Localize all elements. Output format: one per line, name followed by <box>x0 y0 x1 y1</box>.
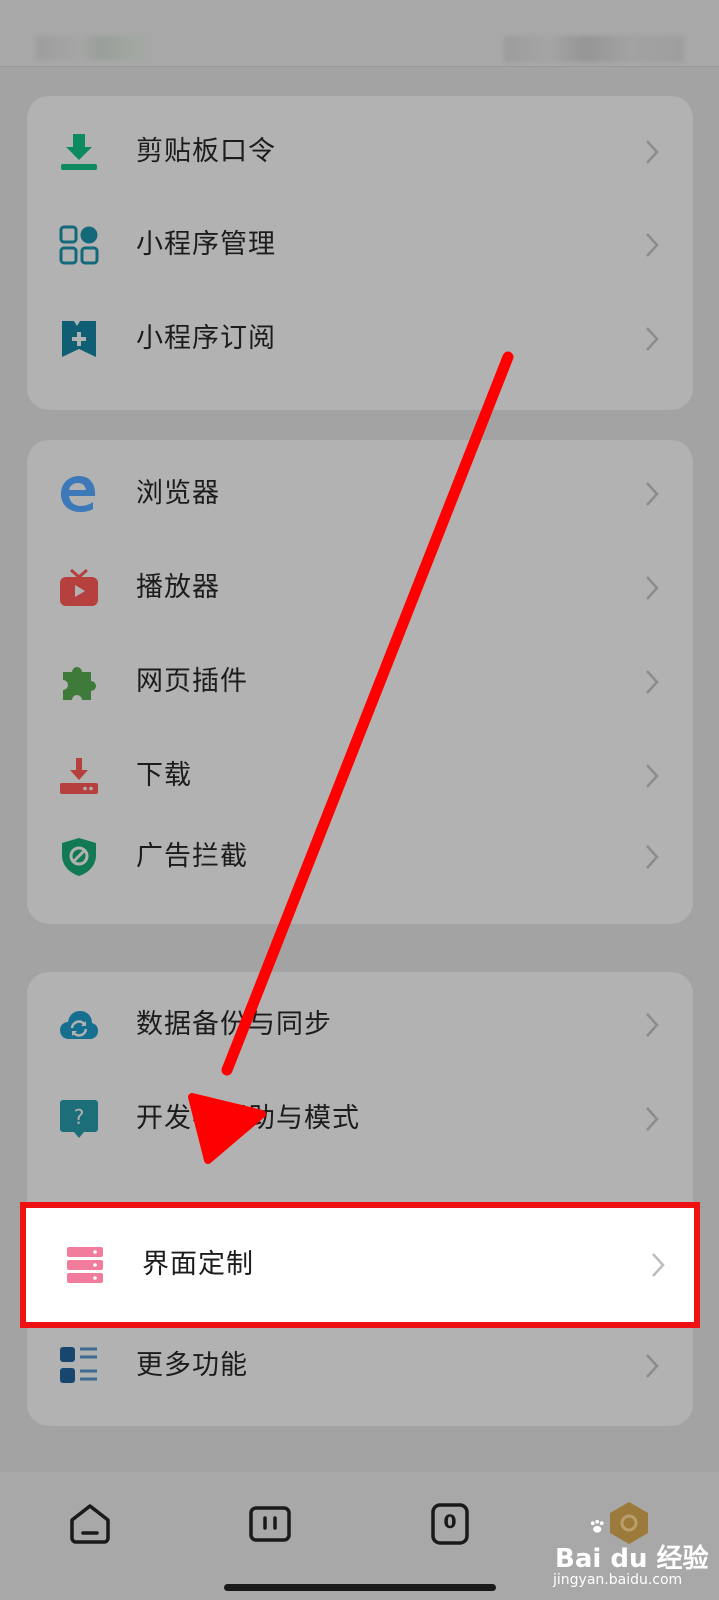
download-tray-icon <box>60 758 98 794</box>
home-indicator[interactable] <box>224 1584 496 1591</box>
menu-item-mini-program-subscribe[interactable]: 小程序订阅 <box>27 307 693 371</box>
menu-item-mini-program-manage[interactable]: 小程序管理 <box>27 213 693 277</box>
menu-item-label: 小程序订阅 <box>136 323 276 354</box>
chevron-right-icon <box>646 327 659 351</box>
menu-item-ad-block[interactable]: 广告拦截 <box>27 825 693 889</box>
tv-player-icon <box>60 568 98 606</box>
menu-item-browser[interactable]: 浏览器 <box>27 462 693 526</box>
chevron-right-icon <box>646 845 659 869</box>
menu-item-label: 界面定制 <box>142 1249 254 1280</box>
tabs-icon[interactable] <box>248 1502 292 1546</box>
interface-layers-icon <box>67 1247 103 1283</box>
cloud-sync-icon <box>60 1011 98 1039</box>
settings-group-2: 浏览器 播放器 网页插件 下载 广告拦截 <box>27 440 693 924</box>
chevron-right-icon <box>646 576 659 600</box>
chevron-right-icon <box>646 140 659 164</box>
menu-item-label: 广告拦截 <box>136 841 248 872</box>
settings-group-1: 剪贴板口令 小程序管理 小程序订阅 <box>27 96 693 410</box>
menu-item-label: 播放器 <box>136 572 220 603</box>
highlight-box: 界面定制 <box>20 1202 700 1328</box>
tab-count: 0 <box>443 1511 457 1533</box>
chevron-right-icon <box>646 670 659 694</box>
menu-item-interface-customize[interactable]: 界面定制 <box>33 1233 699 1297</box>
chevron-right-icon <box>652 1253 665 1277</box>
menu-item-label: 小程序管理 <box>136 229 276 260</box>
watermark-url: jingyan.baidu.com <box>553 1572 683 1588</box>
menu-item-more-features[interactable]: 更多功能 <box>27 1334 693 1398</box>
top-bar <box>0 0 719 67</box>
menu-item-label: 数据备份与同步 <box>136 1009 332 1040</box>
bookmark-plus-icon <box>62 321 96 357</box>
clipboard-download-icon <box>61 134 97 170</box>
chevron-right-icon <box>646 1107 659 1131</box>
chevron-right-icon <box>646 482 659 506</box>
menu-item-label: 更多功能 <box>136 1350 248 1381</box>
blurred-title-right <box>504 36 684 62</box>
menu-item-data-backup-sync[interactable]: 数据备份与同步 <box>27 993 693 1057</box>
menu-item-player[interactable]: 播放器 <box>27 556 693 620</box>
chevron-right-icon <box>646 1354 659 1378</box>
menu-item-clipboard-command[interactable]: 剪贴板口令 <box>27 120 693 184</box>
chevron-right-icon <box>646 1013 659 1037</box>
menu-item-label: 剪贴板口令 <box>136 136 276 167</box>
help-bubble-icon: ? <box>60 1100 98 1138</box>
puzzle-icon <box>63 666 96 700</box>
mini-program-grid-icon <box>59 225 99 265</box>
home-icon[interactable] <box>68 1502 112 1546</box>
browser-e-icon <box>61 476 96 512</box>
menu-item-label: 下载 <box>136 760 192 791</box>
menu-item-label: 网页插件 <box>136 666 248 697</box>
svg-text:?: ? <box>74 1105 85 1129</box>
menu-item-label: 浏览器 <box>136 478 220 509</box>
chevron-right-icon <box>646 764 659 788</box>
watermark-brand: Bai du 经验 <box>555 1544 709 1574</box>
blurred-title-left <box>36 36 144 60</box>
settings-group-3: 数据备份与同步 ? 开发者帮助与模式 更多功能 <box>27 972 693 1426</box>
chevron-right-icon <box>646 233 659 257</box>
menu-item-web-plugins[interactable]: 网页插件 <box>27 650 693 714</box>
more-list-icon <box>60 1347 97 1383</box>
tab-counter-button[interactable]: 0 <box>428 1502 472 1546</box>
menu-item-download[interactable]: 下载 <box>27 744 693 808</box>
menu-item-developer-help-mode[interactable]: ? 开发者帮助与模式 <box>27 1087 693 1151</box>
menu-item-label: 开发者帮助与模式 <box>136 1103 360 1134</box>
shield-block-icon <box>62 838 96 876</box>
